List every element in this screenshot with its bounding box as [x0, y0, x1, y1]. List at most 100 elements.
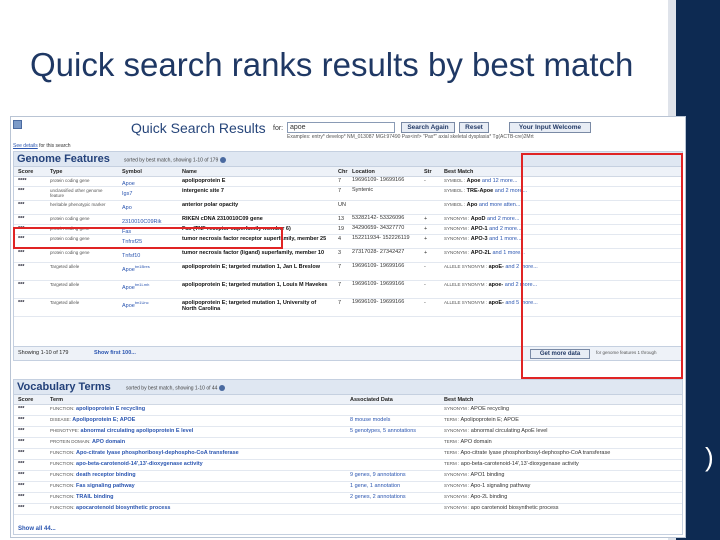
best-match-source: Synonym :: [444, 505, 470, 510]
associated-data-link[interactable]: 5 genotypes, 5 annotations: [350, 428, 416, 434]
feature-symbol-link[interactable]: Igs7: [122, 188, 132, 197]
best-match-more-link[interactable]: and 12 more...: [482, 178, 517, 184]
feature-symbol-link[interactable]: 2310010C09Rik: [122, 216, 161, 225]
associated-data-link[interactable]: 8 mouse models: [350, 417, 390, 423]
term-link[interactable]: Apo-citrate lyase phosphoribosyl-dephosp…: [76, 450, 239, 456]
search-again-button[interactable]: Search Again: [401, 122, 455, 133]
term-link[interactable]: apocarotenoid biosynthetic process: [76, 505, 170, 511]
feature-name: apolipoprotein E; targeted mutation 1, L…: [182, 282, 328, 288]
feature-name: anterior polar opacity: [182, 202, 239, 208]
see-details-link[interactable]: See details: [13, 143, 38, 149]
best-match-more-link[interactable]: and 5 more...: [505, 300, 537, 306]
vocab-term: Function: apolipoprotein E recycling: [50, 406, 145, 412]
table-row: *** Function: apo-beta-carotenoid-14',13'…: [14, 460, 682, 471]
best-match-more-link[interactable]: and 1 more...: [493, 250, 525, 256]
symbol-text: Apoe: [122, 284, 135, 291]
search-input[interactable]: [287, 122, 395, 133]
feature-symbol-link[interactable]: Apoetm1Lmh: [122, 282, 149, 291]
score-stars: ***: [18, 300, 25, 306]
info-icon[interactable]: [220, 157, 227, 163]
reset-button[interactable]: Reset: [459, 122, 489, 133]
score-stars: ***: [18, 472, 25, 478]
feature-name: tumor necrosis factor (ligand) superfami…: [182, 250, 325, 256]
feature-symbol-link[interactable]: Fas: [122, 226, 131, 235]
chromosome: 7: [338, 300, 342, 306]
term-link[interactable]: abnormal circulating apolipoprotein E le…: [81, 428, 194, 434]
best-match-source: Synonym :: [444, 216, 470, 221]
best-match-term: Apo: [466, 202, 478, 208]
strand: +: [424, 236, 428, 242]
best-match-more-link[interactable]: and 1 more...: [489, 236, 521, 242]
score-stars: ***: [18, 483, 25, 489]
get-more-data-button[interactable]: Get more data: [530, 349, 590, 359]
term-link[interactable]: APO domain: [92, 439, 125, 445]
score-stars: ***: [18, 226, 25, 232]
feature-symbol-link[interactable]: Apoe: [122, 178, 135, 187]
info-icon[interactable]: [219, 385, 226, 391]
allele-superscript: tm1Lmh: [134, 282, 150, 287]
score-stars: ***: [18, 236, 25, 242]
associated-data-link[interactable]: 1 gene, 1 annotation: [350, 483, 400, 489]
best-match: Synonym : apo carotenoid biosynthetic pr…: [444, 505, 559, 511]
feature-symbol-link[interactable]: Apoetm1Unc: [122, 300, 149, 309]
vocab-term: Phenotype: abnormal circulating apolipop…: [50, 428, 193, 434]
best-match-more-link[interactable]: and 2 more...: [489, 226, 521, 232]
genome-features-section: Genome Features sorted by best match, sh…: [13, 151, 683, 361]
term-link[interactable]: Apolipoprotein E; APOE: [72, 417, 135, 423]
best-match-term: ApoD: [470, 216, 486, 222]
best-match-term: Apo-2L binding: [470, 494, 508, 500]
term-link[interactable]: apolipoprotein E recycling: [76, 406, 145, 412]
chromosome: 13: [338, 216, 345, 222]
best-match-term: apoE-: [488, 264, 504, 270]
term-link[interactable]: TRAIL binding: [76, 494, 113, 500]
see-details-line: See details for this search: [13, 143, 71, 149]
associated-data-link[interactable]: 2 genes, 2 annotations: [350, 494, 406, 500]
allele-superscript: tm1Unc: [134, 300, 149, 305]
term-link[interactable]: death receptor binding: [76, 472, 136, 478]
chromosome: 19: [338, 226, 345, 232]
associated-data-link[interactable]: 9 genes, 9 annotations: [350, 472, 406, 478]
location: 53282142- 53326096: [352, 215, 405, 221]
get-more-data-note: for genome features 1 through: [596, 350, 657, 355]
best-match-term: apo-beta-carotenoid-14',13'-dioxygenase …: [460, 461, 579, 467]
best-match-more-link[interactable]: and 2 more...: [495, 188, 527, 194]
feature-symbol-link[interactable]: Tnfsf10: [122, 250, 140, 259]
column-header: Type: [50, 169, 63, 175]
term-link[interactable]: Fas signaling pathway: [76, 483, 135, 489]
vocab-term: Function: Apo-citrate lyase phosphoribos…: [50, 450, 239, 456]
best-match-more-link[interactable]: and 2 more...: [505, 282, 537, 288]
feature-symbol-link[interactable]: Apo: [122, 202, 132, 211]
best-match-source: Synonym :: [444, 236, 470, 241]
best-match-more-link[interactable]: and 2 more...: [487, 216, 519, 222]
best-match: Allele Synonym : apoE- and 5 more...: [444, 300, 538, 306]
best-match-source: Synonym :: [444, 428, 470, 433]
show-first-100-link[interactable]: Show first 100...: [94, 350, 136, 356]
best-match: Synonym : APO1 binding: [444, 472, 504, 478]
term-link[interactable]: apo-beta-carotenoid-14',13'-dioxygenase …: [76, 461, 203, 467]
show-all-44-link[interactable]: Show all 44...: [18, 526, 56, 532]
best-match-more-link[interactable]: and more atten...: [479, 202, 521, 208]
best-match: Term : Apo-citrate lyase phosphoribosyl-…: [444, 450, 610, 456]
best-match-term: APO-3: [470, 236, 488, 242]
quick-search-screenshot: Quick Search Results for: Search Again R…: [10, 116, 686, 538]
location: 19696109- 19699166: [352, 263, 405, 269]
slide-title: Quick search ranks results by best match: [30, 46, 634, 83]
search-examples: Examples: entry* develop* NM_013087 MGI:…: [287, 134, 534, 140]
best-match-more-link[interactable]: and 2 more...: [505, 264, 537, 270]
table-row: **** protein coding gene Apoe apolipoprotei…: [14, 177, 682, 187]
location: 19696109- 19699166: [352, 281, 405, 287]
best-match-source: Term :: [444, 417, 460, 422]
your-input-welcome-button[interactable]: Your Input Welcome: [509, 122, 591, 133]
feature-symbol-link[interactable]: Tnfrsf25: [122, 236, 142, 245]
score-stars: ***: [18, 461, 25, 467]
table-row: *** unclassified other genome feature Igs7…: [14, 187, 682, 201]
feature-type: heritable phenotypic marker: [50, 202, 106, 207]
chromosome: 7: [338, 188, 342, 194]
best-match: Term : apo-beta-carotenoid-14',13'-dioxy…: [444, 461, 579, 467]
column-header: Symbol: [122, 169, 142, 175]
location: 34290659- 34327770: [352, 225, 405, 231]
vocab-term: Function: apo-beta-carotenoid-14',13'-di…: [50, 461, 203, 467]
feature-symbol-link[interactable]: Apoetm1Bres: [122, 264, 150, 273]
best-match: Synonym : ApoD and 2 more...: [444, 216, 519, 222]
chromosome: 7: [338, 282, 342, 288]
